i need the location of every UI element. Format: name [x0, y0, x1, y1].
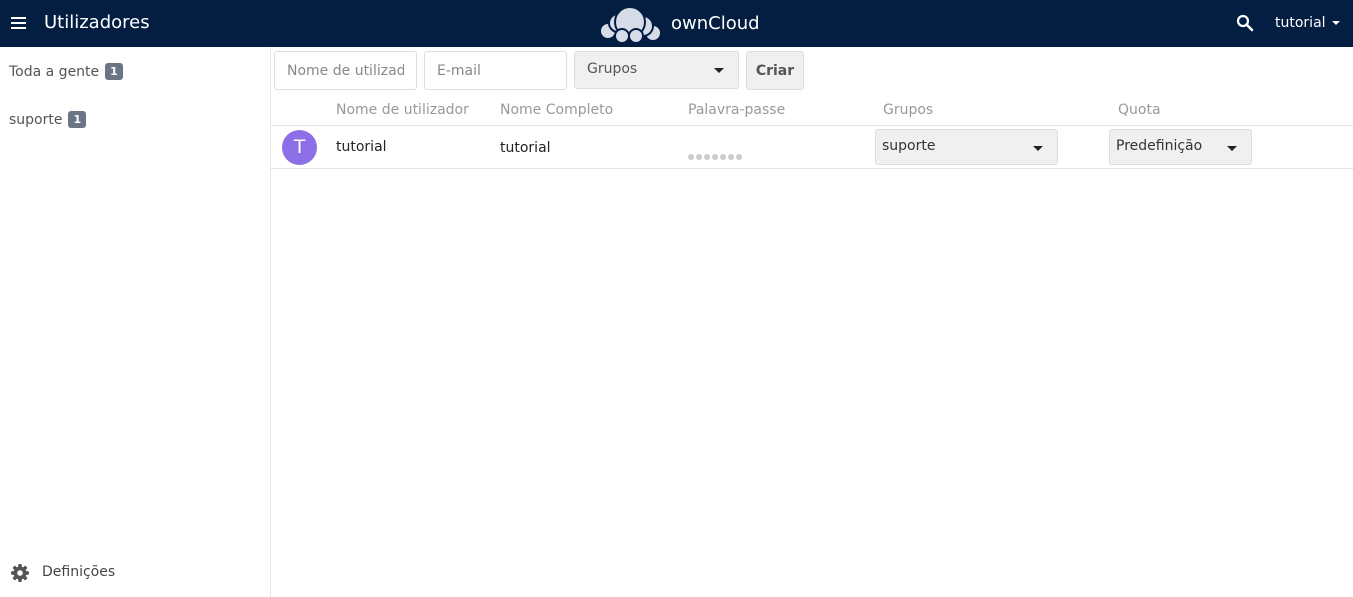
- row-fullname[interactable]: tutorial: [500, 140, 551, 156]
- column-header-username[interactable]: Nome de utilizador: [336, 102, 469, 118]
- sidebar: Toda a gente 1 suporte 1 Definições: [0, 47, 271, 597]
- group-label: Toda a gente: [9, 64, 100, 80]
- new-email-input[interactable]: [424, 51, 567, 90]
- group-label: suporte: [9, 112, 63, 128]
- row-groups-select[interactable]: suporte: [875, 129, 1058, 165]
- row-quota-value: Predefinição: [1116, 138, 1203, 154]
- chevron-down-icon: [1033, 146, 1043, 151]
- user-menu[interactable]: tutorial: [1275, 15, 1340, 31]
- column-header-groups: Grupos: [883, 102, 934, 118]
- brand-name: ownCloud: [671, 13, 760, 34]
- column-header-quota: Quota: [1118, 102, 1161, 118]
- caret-down-icon: [1331, 21, 1340, 25]
- chevron-down-icon: [714, 68, 724, 73]
- column-header-password: Palavra-passe: [688, 102, 786, 118]
- new-username-input[interactable]: [274, 51, 417, 90]
- avatar: T: [282, 130, 317, 165]
- main-content: Grupos Criar Nome de utilizador Nome Com…: [271, 47, 1353, 597]
- table-divider: [271, 125, 1353, 126]
- row-groups-value: suporte: [882, 138, 936, 154]
- top-header: Utilizadores ownCloud tutorial: [0, 0, 1353, 47]
- row-username: tutorial: [336, 139, 387, 155]
- app-title: Utilizadores: [44, 12, 150, 33]
- search-icon[interactable]: [1236, 14, 1254, 32]
- user-name: tutorial: [1275, 15, 1326, 31]
- create-user-button[interactable]: Criar: [746, 51, 804, 90]
- group-count-badge: 1: [68, 111, 87, 128]
- table-divider: [271, 168, 1353, 169]
- new-user-groups-select[interactable]: Grupos: [574, 51, 739, 89]
- gear-icon: [11, 564, 29, 582]
- sidebar-group-suporte[interactable]: suporte 1: [9, 111, 87, 128]
- sidebar-group-everyone[interactable]: Toda a gente 1: [9, 63, 123, 80]
- owncloud-cloud-icon: [599, 6, 662, 44]
- row-quota-select[interactable]: Predefinição: [1109, 129, 1252, 165]
- groups-select-label: Grupos: [587, 61, 638, 77]
- group-count-badge: 1: [105, 63, 123, 80]
- hamburger-menu-icon[interactable]: [10, 14, 30, 32]
- row-password[interactable]: [688, 145, 744, 164]
- column-header-fullname[interactable]: Nome Completo: [500, 102, 613, 118]
- chevron-down-icon: [1227, 146, 1237, 151]
- settings-label: Definições: [42, 564, 116, 580]
